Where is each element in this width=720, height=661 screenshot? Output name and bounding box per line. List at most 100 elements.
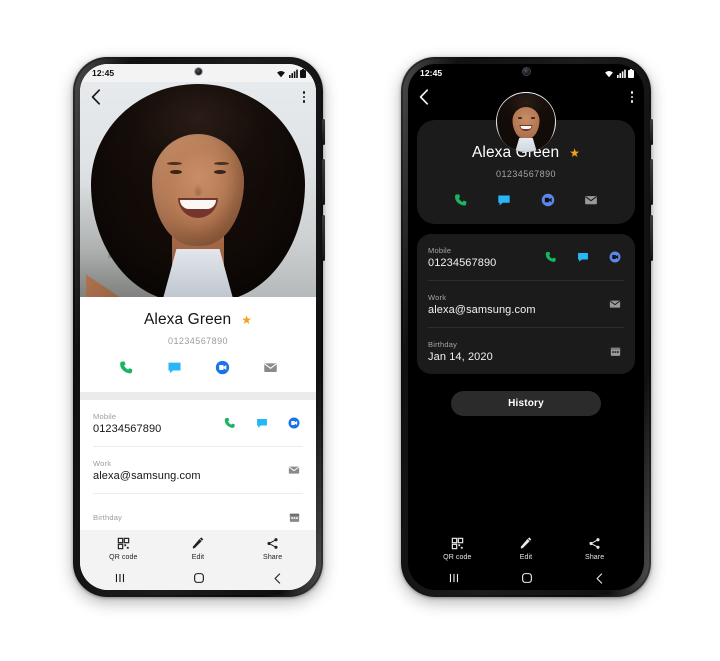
detail-row-birthday[interactable]: Birthday Jan 14, 2020 <box>428 328 624 374</box>
phone-icon <box>454 194 467 206</box>
envelope-icon <box>263 363 277 372</box>
signal-icon <box>616 69 626 78</box>
status-time: 12:45 <box>420 68 443 78</box>
back-arrow-icon[interactable] <box>91 89 101 105</box>
share-button[interactable]: Share <box>564 537 626 561</box>
message-icon[interactable] <box>255 416 269 430</box>
detail-row-birthday-partial[interactable]: Birthday <box>93 494 303 530</box>
back-nav-icon[interactable] <box>593 572 606 585</box>
dot <box>630 95 633 99</box>
envelope-icon[interactable] <box>287 463 301 477</box>
detail-row-work[interactable]: Work alexa@samsung.com <box>428 281 624 328</box>
more-options-icon[interactable] <box>630 91 633 103</box>
contact-name-row: Alexa Green ★ <box>80 311 316 329</box>
app-bar-dark <box>408 82 644 112</box>
tool-bar: QR code Edit Share <box>417 537 635 566</box>
detail-label: Mobile <box>93 411 117 421</box>
tool-label: Edit <box>519 554 533 561</box>
recents-icon[interactable] <box>113 571 127 585</box>
detail-text: Mobile 01234567890 <box>93 412 223 435</box>
phone-icon[interactable] <box>544 250 558 264</box>
tool-bar: QR code Edit Share <box>80 537 316 566</box>
detail-actions <box>608 297 624 311</box>
status-icons <box>276 68 306 78</box>
detail-actions <box>223 416 303 430</box>
calendar-icon[interactable] <box>609 345 622 358</box>
favorite-star-icon[interactable]: ★ <box>569 147 580 159</box>
side-button-volume-up[interactable] <box>322 159 325 205</box>
back-nav-icon[interactable] <box>271 572 284 585</box>
video-call-button[interactable] <box>214 359 231 376</box>
duo-video-icon[interactable] <box>608 250 622 264</box>
detail-actions <box>544 250 624 264</box>
screenshot-canvas: 12:45 Alexa Green ★ 01234567890 Mobile 0… <box>0 0 720 661</box>
side-button-volume-up[interactable] <box>650 159 653 205</box>
home-icon[interactable] <box>192 571 206 585</box>
screen-dark: 12:45 Alexa Green ★ 01234567890 Mobile 0… <box>408 64 644 590</box>
system-nav-bar <box>417 566 635 590</box>
phone-icon <box>119 361 132 374</box>
front-camera-icon <box>194 68 202 75</box>
phone-device-dark: 12:45 Alexa Green ★ 01234567890 Mobile 0… <box>401 57 653 597</box>
status-time: 12:45 <box>92 68 115 78</box>
qr-code-button[interactable]: QR code <box>92 537 154 561</box>
history-section: History <box>417 391 635 416</box>
app-bar-light <box>80 82 316 112</box>
quick-actions <box>80 359 316 376</box>
screen-light: 12:45 Alexa Green ★ 01234567890 Mobile 0… <box>80 64 316 590</box>
detail-label: Mobile <box>428 245 452 255</box>
side-button-top[interactable] <box>322 119 325 145</box>
side-button-top[interactable] <box>650 119 653 145</box>
phone-icon[interactable] <box>223 416 237 430</box>
detail-text: Birthday <box>93 513 288 522</box>
detail-label: Work <box>93 458 112 468</box>
dot <box>302 100 305 103</box>
wifi-icon <box>605 70 613 77</box>
share-button[interactable]: Share <box>242 537 304 561</box>
home-icon[interactable] <box>520 571 534 585</box>
signal-icon <box>288 69 298 78</box>
message-button[interactable] <box>496 192 512 208</box>
front-camera-icon <box>522 68 530 75</box>
detail-actions <box>287 463 303 477</box>
call-button[interactable] <box>118 359 135 376</box>
favorite-star-icon[interactable]: ★ <box>241 314 252 326</box>
contact-details-light: Mobile 01234567890 Work alexa@samsung.co… <box>80 400 316 530</box>
side-button-volume-down[interactable] <box>650 215 653 261</box>
back-arrow-icon[interactable] <box>419 89 429 105</box>
qr-code-button[interactable]: QR code <box>426 537 488 561</box>
history-button[interactable]: History <box>451 391 601 416</box>
message-icon[interactable] <box>576 250 590 264</box>
message-icon <box>167 362 181 374</box>
calendar-icon[interactable] <box>288 511 301 524</box>
detail-value: 01234567890 <box>93 422 162 435</box>
quick-actions <box>417 192 635 208</box>
edit-button[interactable]: Edit <box>167 537 229 561</box>
dot <box>630 100 633 103</box>
system-nav-bar <box>80 566 316 590</box>
qr-code-icon <box>451 537 464 550</box>
bottom-bar-dark: QR code Edit Share <box>417 530 635 590</box>
edit-button[interactable]: Edit <box>495 537 557 561</box>
detail-row-mobile[interactable]: Mobile 01234567890 <box>93 400 303 447</box>
email-button[interactable] <box>583 192 599 208</box>
call-button[interactable] <box>453 192 469 208</box>
contact-photo[interactable] <box>80 82 316 297</box>
video-call-button[interactable] <box>540 192 556 208</box>
duo-video-icon[interactable] <box>287 416 301 430</box>
envelope-icon[interactable] <box>608 297 622 311</box>
pencil-icon <box>521 537 532 549</box>
message-icon <box>498 195 510 206</box>
detail-row-mobile[interactable]: Mobile 01234567890 <box>428 234 624 281</box>
message-button[interactable] <box>166 359 183 376</box>
more-options-icon[interactable] <box>302 91 305 103</box>
photo-vignette <box>80 82 316 297</box>
avatar-eye-right <box>530 117 535 119</box>
detail-row-work[interactable]: Work alexa@samsung.com <box>93 447 303 494</box>
dot <box>302 91 305 94</box>
side-button-volume-down[interactable] <box>322 215 325 261</box>
status-icons <box>604 68 634 78</box>
recents-icon[interactable] <box>447 571 461 585</box>
email-button[interactable] <box>262 359 279 376</box>
